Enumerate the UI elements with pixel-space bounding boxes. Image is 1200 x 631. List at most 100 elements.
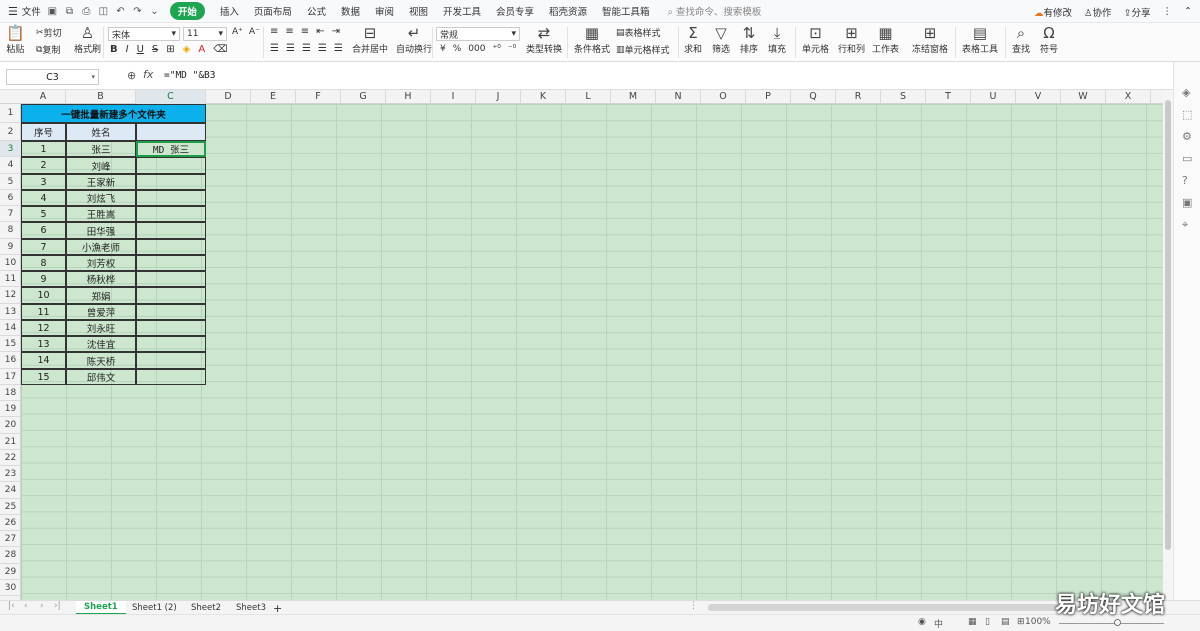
command-cell[interactable]: MD 张三 [136,141,206,157]
column-header[interactable]: J [476,90,521,104]
cell-style-button[interactable]: ▥ 单元格样式 [616,43,670,57]
row-header[interactable]: 24 [0,482,21,499]
sidebar-image-icon[interactable]: ▣ [1182,196,1192,209]
sidebar-property-icon[interactable]: ◈ [1182,86,1190,99]
tab-smart-tools[interactable]: 智能工具箱 [602,4,650,18]
seq-cell[interactable]: 2 [21,157,66,174]
column-header[interactable]: I [431,90,476,104]
collapse-ribbon-icon[interactable]: ⌃ [1184,6,1192,17]
name-cell[interactable]: 刘峰 [66,157,136,174]
underline-button[interactable]: U [137,44,144,55]
sidebar-format-icon[interactable]: ▭ [1182,152,1192,165]
command-search[interactable]: ⌕ 查找命令、搜索模板 [668,4,762,18]
command-cell[interactable] [136,222,206,239]
format-painter-button[interactable]: ♙ 格式刷 [74,24,101,55]
column-header[interactable]: S [881,90,926,104]
sort-button[interactable]: ⇅ 排序 [740,24,758,55]
prev-sheet-icon[interactable]: ‹ [24,601,28,611]
share-button[interactable]: ⇪分享 [1124,5,1151,19]
column-header[interactable]: M [611,90,656,104]
row-col-button[interactable]: ⊞ 行和列 [838,24,865,55]
seq-cell[interactable]: 15 [21,369,66,385]
seq-cell[interactable]: 7 [21,239,66,255]
name-cell[interactable]: 沈佳宜 [66,336,136,352]
tab-insert[interactable]: 插入 [220,4,239,18]
column-header[interactable]: X [1106,90,1151,104]
row-header[interactable]: 22 [0,450,21,466]
table-style-button[interactable]: ▤ 表格样式 [616,26,661,40]
align-bottom-icon[interactable]: ≡ [301,26,309,37]
name-cell[interactable]: 张三 [66,141,136,157]
row-header[interactable]: 21 [0,434,21,450]
more-icon[interactable]: ⌄ [149,6,160,17]
column-header[interactable]: Q [791,90,836,104]
name-cell[interactable]: 郑娟 [66,287,136,304]
seq-cell[interactable]: 13 [21,336,66,352]
row-header[interactable]: 11 [0,271,21,287]
row-header[interactable]: 30 [0,580,21,596]
first-sheet-icon[interactable]: |‹ [8,601,15,611]
next-sheet-icon[interactable]: › [40,601,44,611]
worksheet-button[interactable]: ▦ 工作表 [872,24,899,55]
row-header[interactable]: 18 [0,385,21,401]
name-cell[interactable]: 刘永旺 [66,320,136,336]
command-cell[interactable] [136,352,206,369]
sidebar-location-icon[interactable]: ⌖ [1182,218,1188,232]
seq-cell[interactable]: 9 [21,271,66,287]
sheet-tab-sheet1[interactable]: Sheet1 [76,601,126,615]
column-header[interactable]: P [746,90,791,104]
find-button[interactable]: ⌕ 查找 [1012,24,1030,55]
seq-cell[interactable]: 14 [21,352,66,369]
print-icon[interactable]: ⎙ [81,6,92,17]
row-header[interactable]: 13 [0,304,21,320]
decrease-font-icon[interactable]: A⁻ [249,27,260,37]
font-name-select[interactable]: 宋体 ▾ [108,27,180,41]
command-cell[interactable] [136,320,206,336]
sum-button[interactable]: Σ 求和 [684,24,702,55]
row-header[interactable]: 9 [0,239,21,255]
row-header[interactable]: 7 [0,206,21,222]
command-cell[interactable] [136,239,206,255]
sidebar-settings-icon[interactable]: ⚙ [1182,130,1192,143]
menu-icon[interactable]: ☰ [8,0,18,23]
column-header[interactable]: V [1016,90,1061,104]
undo-icon[interactable]: ↶ [115,6,126,17]
decrease-decimal-icon[interactable]: ⁻⁰ [508,44,516,54]
command-cell[interactable] [136,190,206,206]
conditional-format-button[interactable]: ▦ 条件格式 [574,24,610,55]
command-cell[interactable] [136,336,206,352]
row-header[interactable]: 15 [0,336,21,352]
wrap-text-button[interactable]: ↵ 自动换行 [396,24,432,55]
command-cell[interactable] [136,255,206,271]
header-seq[interactable]: 序号 [21,123,66,141]
indent-left-icon[interactable]: ⇤ [316,26,324,37]
fx-icon[interactable]: fx [143,68,153,81]
column-header[interactable]: U [971,90,1016,104]
zoom-icon[interactable]: ⊕ [127,69,136,82]
sheet-tab-sheet2[interactable]: Sheet2 [191,601,221,615]
zoom-slider-knob[interactable] [1114,619,1121,626]
vertical-scrollbar[interactable] [1163,90,1173,600]
sheet-tab-sheet1-copy[interactable]: Sheet1 (2) [132,601,177,615]
modified-button[interactable]: ☁有修改 [1034,5,1072,19]
file-menu[interactable]: 文件 [22,0,41,23]
name-cell[interactable]: 小漁老师 [66,239,136,255]
column-header[interactable]: T [926,90,971,104]
sidebar-help-icon[interactable]: ? [1182,174,1188,187]
strike-button[interactable]: S [152,44,158,55]
row-header[interactable]: 14 [0,320,21,336]
command-cell[interactable] [136,174,206,190]
row-header[interactable]: 10 [0,255,21,271]
seq-cell[interactable]: 4 [21,190,66,206]
name-cell[interactable]: 杨秋桦 [66,271,136,287]
paste-button[interactable]: 📋 粘贴 [6,24,25,55]
border-icon[interactable]: ⊞ [166,44,174,55]
normal-view-icon[interactable]: ▦ [968,617,977,627]
column-header[interactable]: H [386,90,431,104]
seq-cell[interactable]: 11 [21,304,66,320]
merge-center-button[interactable]: ⊟ 合并居中 [352,24,388,55]
row-header[interactable]: 8 [0,222,21,239]
tab-member[interactable]: 会员专享 [496,4,534,18]
column-header[interactable]: C [136,90,206,104]
align-left-icon[interactable]: ☰ [270,43,279,54]
